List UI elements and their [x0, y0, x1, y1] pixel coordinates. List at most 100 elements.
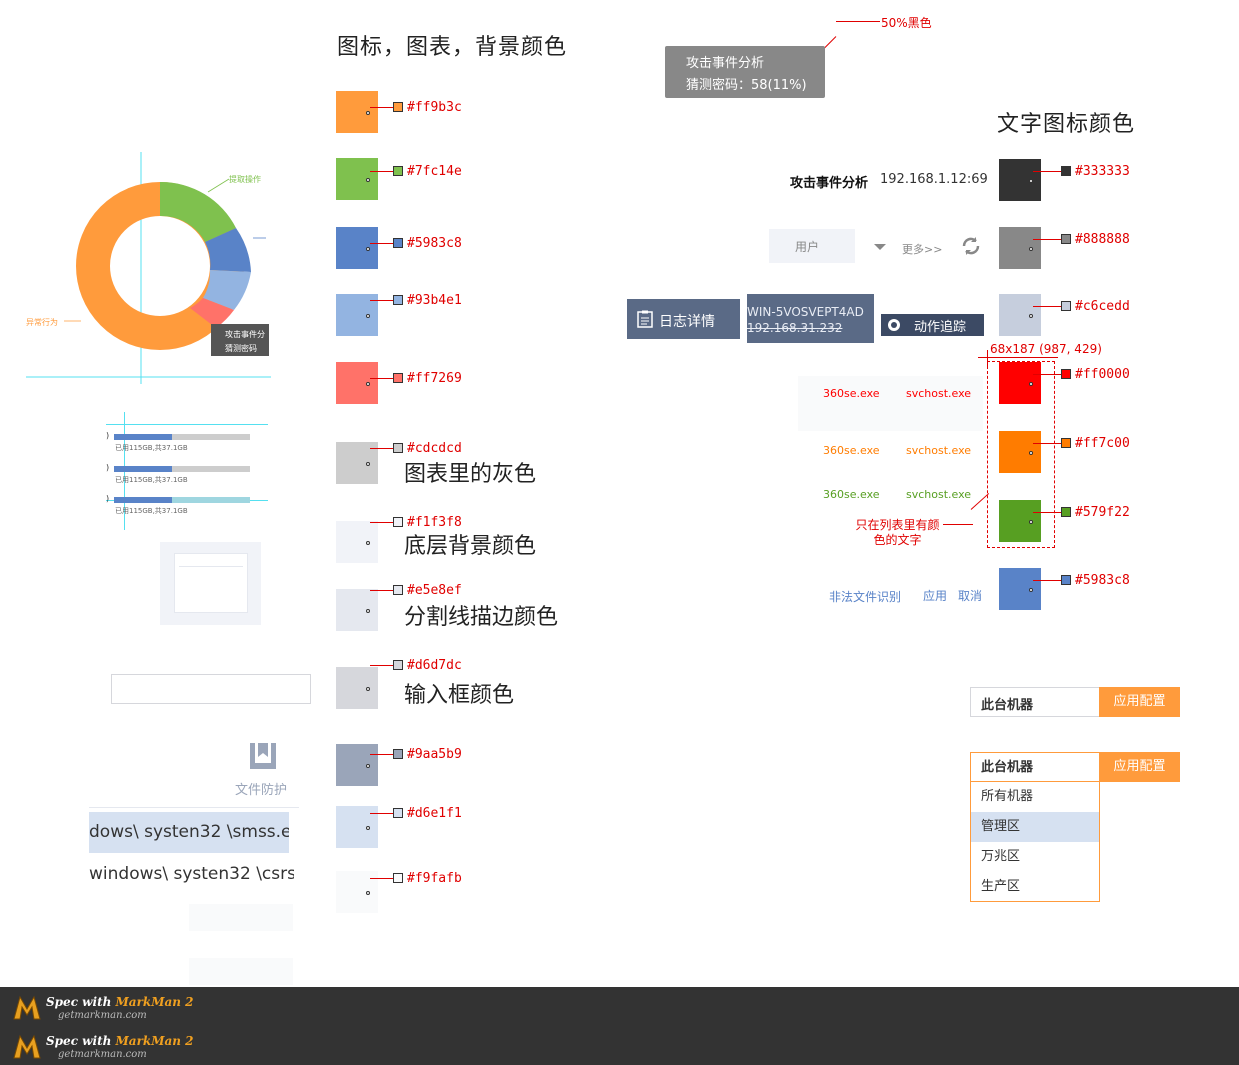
- panel-sample: [160, 542, 261, 625]
- right-swatch-2: [999, 294, 1041, 336]
- guide-line: [106, 424, 268, 425]
- apply-config-button[interactable]: 应用配置: [1099, 687, 1180, 717]
- process-name-0-b: svchost.exe: [906, 387, 972, 400]
- host-card[interactable]: WIN-5VOSVEPT4AD 192.168.31.232: [747, 294, 874, 343]
- swatch-label-6: 底层背景颜色: [404, 534, 537, 559]
- color-chip-icon: [1061, 438, 1071, 448]
- right-sample-point-0: [1029, 179, 1033, 183]
- machine-option[interactable]: 管理区: [971, 812, 1099, 842]
- donut-label-top: 提取操作: [229, 175, 261, 184]
- brand-site-2: getmarkman.com: [58, 1049, 147, 1060]
- left-sample-point-1: [366, 178, 370, 182]
- process-row-bg: [798, 376, 983, 431]
- machine-dropdown: 此台机器 所有机器 管理区 万兆区 生产区: [970, 752, 1100, 902]
- left-leader-6: [370, 522, 393, 523]
- cancel-link[interactable]: 取消: [958, 587, 982, 604]
- brand-site: getmarkman.com: [58, 1010, 147, 1021]
- right-hex-2: #c6cedd: [1061, 299, 1130, 314]
- color-chip-icon: [393, 166, 403, 176]
- color-chip-icon: [393, 517, 403, 527]
- illegal-file-link[interactable]: 非法文件识别: [829, 588, 901, 605]
- user-input[interactable]: 用户: [769, 229, 855, 263]
- disk-bar-fill: [114, 466, 172, 472]
- left-swatch-7: [336, 589, 378, 631]
- process-name-1-b: svchost.exe: [906, 444, 972, 457]
- disk-bar-bracket: ): [106, 431, 110, 440]
- left-sample-point-10: [366, 826, 370, 830]
- color-chip-icon: [393, 238, 403, 248]
- annotation-leader: [836, 21, 880, 22]
- left-hex-10: #d6e1f1: [393, 806, 462, 821]
- action-trace-label: 动作追踪: [914, 320, 967, 335]
- more-link[interactable]: 更多>>: [902, 241, 942, 257]
- log-detail-label: 日志详情: [659, 314, 715, 330]
- panel-inner: [174, 553, 248, 613]
- color-chip-icon: [393, 749, 403, 759]
- donut-tip-line1: 攻击事件分: [225, 330, 265, 339]
- right-leader-1: [1033, 239, 1061, 240]
- left-leader-2: [370, 243, 393, 244]
- right-sample-point-6: [1029, 588, 1033, 592]
- left-swatch-1: [336, 158, 378, 200]
- color-chip-icon: [1061, 301, 1071, 311]
- machine-dropdown-selected[interactable]: 此台机器: [971, 753, 1099, 782]
- process-name-1-a: 360se.exe: [823, 444, 880, 457]
- tooltip-demo: 攻击事件分析 猜测密码：58(11%): [665, 46, 825, 98]
- color-chip-icon: [393, 102, 403, 112]
- right-swatch-0: [999, 159, 1041, 201]
- refresh-icon[interactable]: [960, 235, 982, 257]
- right-swatch-1: [999, 227, 1041, 269]
- left-sample-point-7: [366, 609, 370, 613]
- dimension-line: [978, 357, 1058, 358]
- path-text-2[interactable]: windows\ systen32 \csrss: [89, 864, 294, 884]
- color-chip-icon: [1061, 507, 1071, 517]
- donut-chart: 提取操作 异常行为 攻击事件分 猜测密码: [26, 152, 271, 384]
- left-sample-point-6: [366, 541, 370, 545]
- left-leader-3: [370, 300, 393, 301]
- markman-m-icon-2: [13, 1034, 41, 1059]
- machine-option[interactable]: 所有机器: [971, 782, 1099, 812]
- color-chip-icon: [1061, 234, 1071, 244]
- apply-link[interactable]: 应用: [923, 587, 947, 604]
- sample-input[interactable]: [111, 674, 311, 704]
- markman-m-icon: [13, 995, 41, 1020]
- apply-config-button-open[interactable]: 应用配置: [1099, 752, 1180, 782]
- brand-text: Spec with MarkMan 2: [46, 995, 194, 1009]
- machine-select[interactable]: 此台机器: [970, 687, 1100, 717]
- color-chip-icon: [1061, 575, 1071, 585]
- path-divider: [89, 807, 299, 808]
- color-chip-icon: [393, 295, 403, 305]
- target-icon: [887, 318, 901, 332]
- machine-option[interactable]: 生产区: [971, 872, 1099, 902]
- markman-logo: Spec with MarkMan 2 getmarkman.com: [12, 993, 202, 1025]
- disk-bar-bracket: ): [106, 494, 110, 503]
- disk-bar-fill: [114, 497, 172, 503]
- action-trace-button[interactable]: 动作追踪: [881, 314, 984, 336]
- left-leader-5: [370, 448, 393, 449]
- color-chip-icon: [393, 808, 403, 818]
- file-protect-icon[interactable]: [250, 743, 276, 769]
- color-chip-icon: [393, 873, 403, 883]
- path-row-selected[interactable]: dows\ systen32 \smss.exe: [89, 812, 289, 853]
- right-hex-6: #5983c8: [1061, 573, 1130, 588]
- clipboard-icon: [636, 310, 654, 328]
- host-name: WIN-5VOSVEPT4AD: [747, 305, 864, 319]
- process-name-0-a: 360se.exe: [823, 387, 880, 400]
- section-title-chart-colors: 图标，图表，背景颜色: [337, 35, 568, 60]
- left-hex-0: #ff9b3c: [393, 100, 462, 115]
- chevron-down-icon[interactable]: [874, 244, 886, 250]
- annotation-black50: 50%黑色: [881, 16, 932, 30]
- donut-tip-line2: 猜测密码: [225, 344, 257, 353]
- machine-option[interactable]: 万兆区: [971, 842, 1099, 872]
- disk-bar-fill: [114, 434, 172, 440]
- row-bg-sample: [189, 904, 293, 931]
- panel-divider: [179, 566, 243, 567]
- donut-label-left: 异常行为: [26, 318, 58, 327]
- left-leader-1: [370, 171, 393, 172]
- log-detail-button[interactable]: 日志详情: [627, 299, 740, 339]
- right-hex-0: #333333: [1061, 164, 1130, 179]
- color-chip-icon: [1061, 369, 1071, 379]
- left-hex-9: #9aa5b9: [393, 747, 462, 762]
- left-sample-point-9: [366, 764, 370, 768]
- right-sample-point-2: [1029, 314, 1033, 318]
